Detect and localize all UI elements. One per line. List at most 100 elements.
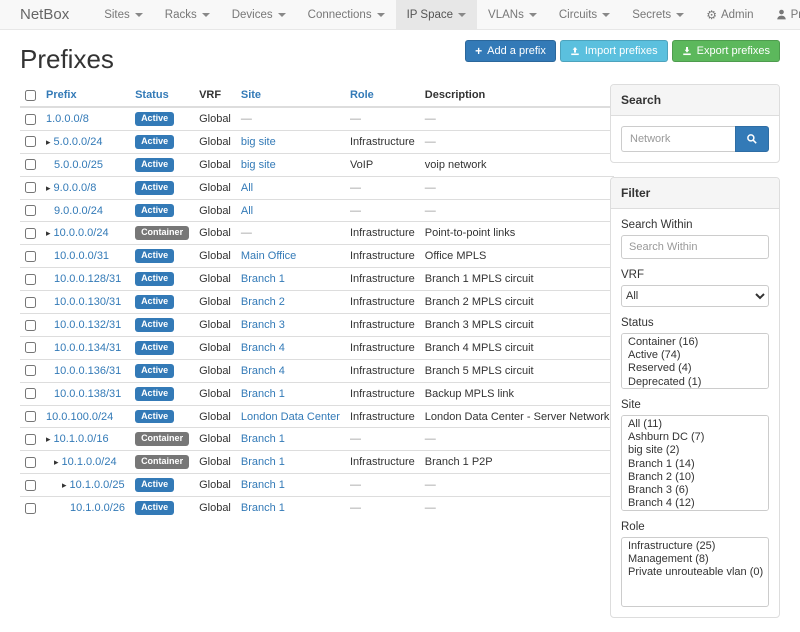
prefix-link[interactable]: 10.0.100.0/24 xyxy=(46,411,113,423)
select-all-checkbox[interactable] xyxy=(25,90,36,101)
site-option[interactable]: Branch 2 (10) xyxy=(622,471,768,484)
status-filter-list[interactable]: Container (16)Active (74)Reserved (4)Dep… xyxy=(621,333,769,389)
column-header-site[interactable]: Site xyxy=(236,84,345,107)
nav-item-admin[interactable]: ⚙Admin xyxy=(695,0,764,29)
row-checkbox[interactable] xyxy=(25,136,36,147)
row-checkbox[interactable] xyxy=(25,274,36,285)
row-checkbox[interactable] xyxy=(25,205,36,216)
row-checkbox[interactable] xyxy=(25,388,36,399)
site-option[interactable]: Branch 4 (12) xyxy=(622,497,768,510)
row-checkbox[interactable] xyxy=(25,320,36,331)
prefix-link[interactable]: 10.0.0.0/24 xyxy=(54,227,109,239)
site-link[interactable]: big site xyxy=(241,136,276,148)
prefix-link[interactable]: 10.1.0.0/25 xyxy=(70,479,125,491)
row-checkbox[interactable] xyxy=(25,503,36,514)
site-link[interactable]: Branch 4 xyxy=(241,342,285,354)
status-option[interactable]: Reserved (4) xyxy=(622,362,768,375)
site-link[interactable]: Branch 1 xyxy=(241,433,285,445)
prefix-link[interactable]: 10.0.0.132/31 xyxy=(54,319,121,331)
import-prefixes-button[interactable]: Import prefixes xyxy=(560,40,668,62)
row-checkbox[interactable] xyxy=(25,251,36,262)
site-option[interactable]: All (11) xyxy=(622,418,768,431)
row-checkbox[interactable] xyxy=(25,114,36,125)
prefix-cell: 10.0.0.0/31 xyxy=(41,245,130,268)
prefix-link[interactable]: 10.0.0.136/31 xyxy=(54,365,121,377)
export-prefixes-button[interactable]: Export prefixes xyxy=(672,40,780,62)
prefix-link[interactable]: 9.0.0.0/24 xyxy=(54,205,103,217)
row-checkbox[interactable] xyxy=(25,457,36,468)
nav-item-profile[interactable]: Profile xyxy=(765,0,800,29)
site-link[interactable]: Branch 1 xyxy=(241,479,285,491)
prefix-link[interactable]: 5.0.0.0/24 xyxy=(54,136,103,148)
prefix-link[interactable]: 1.0.0.0/8 xyxy=(46,113,89,125)
site-option[interactable]: Ashburn DC (7) xyxy=(622,431,768,444)
prefix-link[interactable]: 10.0.0.130/31 xyxy=(54,296,121,308)
prefix-link[interactable]: 10.1.0.0/24 xyxy=(62,456,117,468)
search-button[interactable] xyxy=(735,126,769,152)
site-option[interactable]: Branch 3 (6) xyxy=(622,484,768,497)
nav-item-secrets[interactable]: Secrets xyxy=(621,0,695,29)
nav-item-vlans[interactable]: VLANs xyxy=(477,0,548,29)
site-link[interactable]: big site xyxy=(241,159,276,171)
row-checkbox[interactable] xyxy=(25,411,36,422)
row-checkbox[interactable] xyxy=(25,297,36,308)
vrf-select[interactable]: All xyxy=(621,285,769,307)
search-input[interactable] xyxy=(621,126,735,152)
status-badge: Active xyxy=(135,318,174,332)
nav-item-connections[interactable]: Connections xyxy=(297,0,396,29)
column-header-role[interactable]: Role xyxy=(345,84,420,107)
status-option[interactable]: Active (74) xyxy=(622,349,768,362)
prefix-link[interactable]: 10.0.0.138/31 xyxy=(54,388,121,400)
column-label: Description xyxy=(425,89,486,101)
status-cell: Active xyxy=(130,199,194,222)
nav-item-circuits[interactable]: Circuits xyxy=(548,0,621,29)
site-link[interactable]: Branch 2 xyxy=(241,296,285,308)
site-link[interactable]: Branch 3 xyxy=(241,319,285,331)
status-option[interactable]: Deprecated (1) xyxy=(622,376,768,389)
row-checkbox[interactable] xyxy=(25,182,36,193)
nav-item-ip-space[interactable]: IP Space xyxy=(396,0,477,29)
row-checkbox[interactable] xyxy=(25,480,36,491)
role-option[interactable]: Management (8) xyxy=(622,553,768,566)
nav-item-devices[interactable]: Devices xyxy=(221,0,297,29)
prefix-link[interactable]: 9.0.0.0/8 xyxy=(54,182,97,194)
row-checkbox[interactable] xyxy=(25,228,36,239)
column-header-prefix[interactable]: Prefix xyxy=(41,84,130,107)
role-filter-list[interactable]: Infrastructure (25)Management (8)Private… xyxy=(621,537,769,607)
site-link[interactable]: Branch 4 xyxy=(241,365,285,377)
nav-item-racks[interactable]: Racks xyxy=(154,0,221,29)
status-cell: Active xyxy=(130,497,194,519)
site-option[interactable]: Branch 1 (14) xyxy=(622,458,768,471)
empty-value: — xyxy=(241,227,252,239)
add-prefix-button[interactable]: +Add a prefix xyxy=(465,40,556,62)
brand[interactable]: NetBox xyxy=(10,0,79,29)
site-link[interactable]: All xyxy=(241,182,253,194)
status-option[interactable]: Container (16) xyxy=(622,336,768,349)
site-link[interactable]: Branch 1 xyxy=(241,273,285,285)
site-link[interactable]: Branch 1 xyxy=(241,388,285,400)
prefix-link[interactable]: 10.0.0.0/31 xyxy=(54,250,109,262)
site-filter-list[interactable]: All (11)Ashburn DC (7)big site (2)Branch… xyxy=(621,415,769,511)
column-header-status[interactable]: Status xyxy=(130,84,194,107)
site-link[interactable]: All xyxy=(241,205,253,217)
prefix-link[interactable]: 10.0.0.134/31 xyxy=(54,342,121,354)
prefix-link[interactable]: 10.1.0.0/16 xyxy=(54,433,109,445)
prefix-link[interactable]: 10.1.0.0/26 xyxy=(70,502,125,514)
role-option[interactable]: Private unrouteable vlan (0) xyxy=(622,566,768,579)
row-checkbox[interactable] xyxy=(25,365,36,376)
row-checkbox[interactable] xyxy=(25,434,36,445)
status-badge: Active xyxy=(135,158,174,172)
search-within-input[interactable] xyxy=(621,235,769,259)
role-option[interactable]: Infrastructure (25) xyxy=(622,540,768,553)
site-link[interactable]: Branch 1 xyxy=(241,502,285,514)
prefix-link[interactable]: 5.0.0.0/25 xyxy=(54,159,103,171)
row-checkbox[interactable] xyxy=(25,342,36,353)
nav-item-sites[interactable]: Sites xyxy=(93,0,154,29)
site-link[interactable]: Branch 1 xyxy=(241,456,285,468)
site-link[interactable]: London Data Center xyxy=(241,411,340,423)
site-option[interactable]: big site (2) xyxy=(622,444,768,457)
prefix-link[interactable]: 10.0.0.128/31 xyxy=(54,273,121,285)
site-link[interactable]: Main Office xyxy=(241,250,296,262)
prefix-list: PrefixStatusVRFSiteRoleDescription 1.0.0… xyxy=(20,84,596,519)
row-checkbox[interactable] xyxy=(25,159,36,170)
